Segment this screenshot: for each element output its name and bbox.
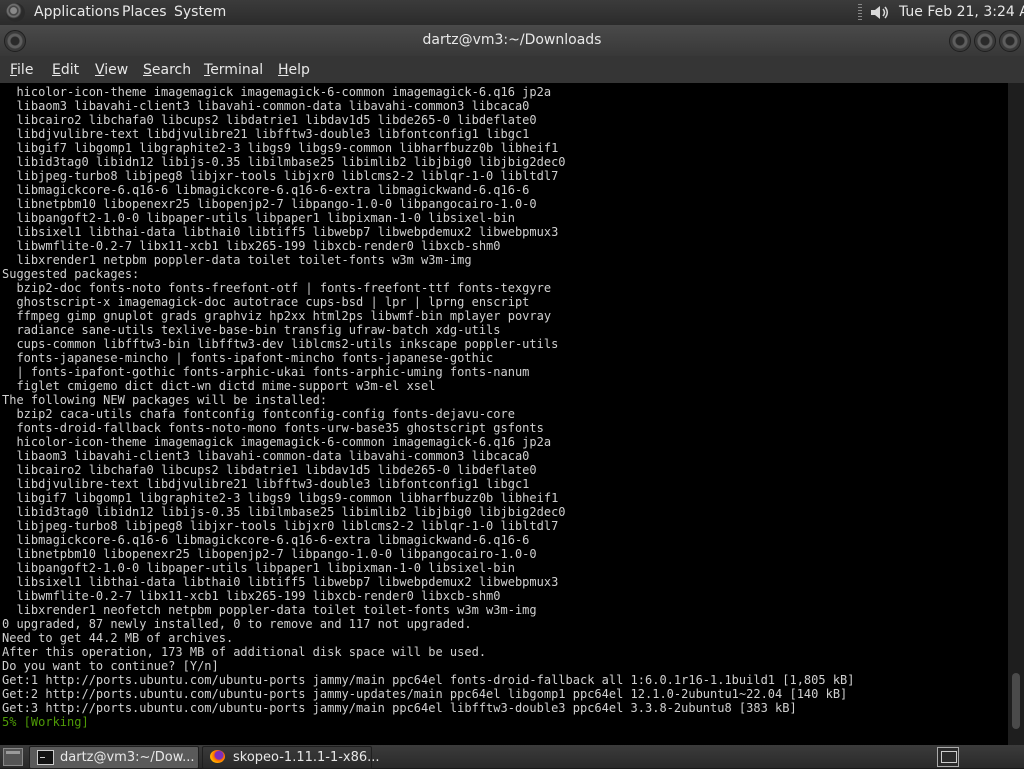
terminal-icon <box>37 750 54 765</box>
terminal-line: Get:2 http://ports.ubuntu.com/ubuntu-por… <box>2 687 848 701</box>
terminal-line: libwmflite-0.2-7 libx11-xcb1 libx265-199… <box>16 589 501 603</box>
terminal-line: libpangoft2-1.0-0 libpaper-utils libpape… <box>16 561 515 575</box>
terminal-line: Get:1 http://ports.ubuntu.com/ubuntu-por… <box>2 673 855 687</box>
download-progress-line: 5% [Working] <box>2 715 89 729</box>
menu-terminal-label: erminal <box>210 62 264 78</box>
terminal-line: libdjvulibre-text libdjvulibre21 libfftw… <box>16 127 530 141</box>
terminal-line: libcairo2 libchafa0 libcups2 libdatrie1 … <box>16 463 537 477</box>
terminal-line: fonts-droid-fallback fonts-noto-mono fon… <box>16 421 544 435</box>
volume-icon[interactable] <box>870 4 890 21</box>
terminal-line: libxrender1 neofetch netpbm poppler-data… <box>16 603 537 617</box>
menu-terminal[interactable]: Terminal <box>204 62 263 78</box>
terminal-line: libgif7 libgomp1 libgraphite2-3 libgs9 l… <box>16 141 559 155</box>
terminal-line: libnetpbm10 libopenexr25 libopenjp2-7 li… <box>16 547 537 561</box>
terminal-line: libxrender1 netpbm poppler-data toilet t… <box>16 253 472 267</box>
terminal-line: libcairo2 libchafa0 libcups2 libdatrie1 … <box>16 113 537 127</box>
applications-menu[interactable]: Applications <box>34 4 120 20</box>
terminal-line: libid3tag0 libidn12 libijs-0.35 libilmba… <box>16 505 566 519</box>
maximize-button[interactable] <box>974 30 996 52</box>
terminal-scrollbar[interactable] <box>1008 83 1024 745</box>
menubar: File Edit View Search Terminal Help <box>0 56 1024 83</box>
terminal-text: hicolor-icon-theme imagemagick imagemagi… <box>2 85 855 729</box>
terminal-line: libid3tag0 libidn12 libijs-0.35 libilmba… <box>16 155 566 169</box>
terminal-line: radiance sane-utils texlive-base-bin tra… <box>16 323 501 337</box>
terminal-line: Suggested packages: <box>2 267 140 281</box>
terminal-line: Get:3 http://ports.ubuntu.com/ubuntu-por… <box>2 701 797 715</box>
terminal-line: libmagickcore-6.q16-6 libmagickcore-6.q1… <box>16 183 530 197</box>
terminal-line: Do you want to continue? [Y/n] <box>2 659 219 673</box>
taskbar-item-label: skopeo-1.11.1-1-x86... <box>233 750 380 765</box>
window-title: dartz@vm3:~/Downloads <box>422 32 602 48</box>
panel-drag-handle[interactable] <box>858 4 862 21</box>
menu-file-accel: F <box>10 62 18 78</box>
menu-help-accel: H <box>278 62 289 78</box>
terminal-line: libpangoft2-1.0-0 libpaper-utils libpape… <box>16 211 515 225</box>
terminal-line: libsixel1 libthai-data libthai0 libtiff5… <box>16 575 559 589</box>
menu-edit-accel: E <box>52 62 61 78</box>
panel-clock[interactable]: Tue Feb 21, 3:24 AM <box>899 4 1024 20</box>
terminal-line: ghostscript-x imagemagick-doc autotrace … <box>16 295 530 309</box>
terminal-line: bzip2-doc fonts-noto fonts-freefont-otf … <box>16 281 552 295</box>
terminal-line: libsixel1 libthai-data libthai0 libtiff5… <box>16 225 559 239</box>
terminal-line: libwmflite-0.2-7 libx11-xcb1 libx265-199… <box>16 239 501 253</box>
close-button[interactable] <box>999 30 1021 52</box>
taskbar-item-terminal[interactable]: dartz@vm3:~/Dow... <box>29 746 199 769</box>
firefox-icon <box>210 750 225 763</box>
menu-edit[interactable]: Edit <box>52 62 79 78</box>
terminal-line: libmagickcore-6.q16-6 libmagickcore-6.q1… <box>16 533 530 547</box>
terminal-line: Need to get 44.2 MB of archives. <box>2 631 234 645</box>
terminal-line: figlet cmigemo dict dict-wn dictd mime-s… <box>16 379 436 393</box>
menu-help[interactable]: Help <box>278 62 310 78</box>
terminal-line: libgif7 libgomp1 libgraphite2-3 libgs9 l… <box>16 491 559 505</box>
minimize-button[interactable] <box>949 30 971 52</box>
menu-search-accel: S <box>143 62 152 78</box>
taskbar-item-label: dartz@vm3:~/Dow... <box>60 750 195 765</box>
taskbar-item-firefox[interactable]: skopeo-1.11.1-1-x86... <box>202 746 380 769</box>
show-desktop-icon[interactable] <box>3 748 23 766</box>
terminal-line: libdjvulibre-text libdjvulibre21 libfftw… <box>16 477 530 491</box>
terminal-line: libjpeg-turbo8 libjpeg8 libjxr-tools lib… <box>16 519 559 533</box>
terminal-line: After this operation, 173 MB of addition… <box>2 645 487 659</box>
terminal-line: libnetpbm10 libopenexr25 libopenjp2-7 li… <box>16 197 537 211</box>
terminal-line: The following NEW packages will be insta… <box>2 393 328 407</box>
terminal-line: hicolor-icon-theme imagemagick imagemagi… <box>16 435 552 449</box>
gnome-foot-icon[interactable] <box>6 3 25 22</box>
menu-view-label: iew <box>104 62 129 78</box>
workspace-switcher-icon[interactable] <box>937 747 959 767</box>
terminal-line: ffmpeg gimp gnuplot grads graphviz hp2xx… <box>16 309 552 323</box>
system-menu[interactable]: System <box>174 4 226 20</box>
places-menu[interactable]: Places <box>122 4 167 20</box>
terminal-line: fonts-japanese-mincho | fonts-ipafont-mi… <box>16 351 494 365</box>
terminal-line: | fonts-ipafont-gothic fonts-arphic-ukai… <box>16 365 530 379</box>
terminal-line: hicolor-icon-theme imagemagick imagemagi… <box>16 85 552 99</box>
menu-help-label: elp <box>288 62 310 78</box>
menu-search-label: earch <box>151 62 192 78</box>
top-panel: Applications Places System Tue Feb 21, 3… <box>0 0 1024 25</box>
window-titlebar[interactable]: dartz@vm3:~/Downloads <box>0 25 1024 56</box>
terminal-line: cups-common libfftw3-bin libfftw3-dev li… <box>16 337 559 351</box>
terminal-line: libaom3 libavahi-client3 libavahi-common… <box>16 449 530 463</box>
terminal-line: 0 upgraded, 87 newly installed, 0 to rem… <box>2 617 472 631</box>
terminal-line: libaom3 libavahi-client3 libavahi-common… <box>16 99 530 113</box>
menu-search[interactable]: Search <box>143 62 191 78</box>
bottom-panel: dartz@vm3:~/Dow... skopeo-1.11.1-1-x86..… <box>0 745 1024 769</box>
terminal-line: libjpeg-turbo8 libjpeg8 libjxr-tools lib… <box>16 169 559 183</box>
terminal-output-area[interactable]: hicolor-icon-theme imagemagick imagemagi… <box>0 83 1008 745</box>
menu-view-accel: V <box>95 62 105 78</box>
menu-edit-label: dit <box>60 62 80 78</box>
menu-file-label: ile <box>17 62 34 78</box>
scrollbar-thumb[interactable] <box>1012 673 1020 729</box>
menu-file[interactable]: File <box>10 62 33 78</box>
menu-view[interactable]: View <box>95 62 128 78</box>
terminal-line: bzip2 caca-utils chafa fontconfig fontco… <box>16 407 515 421</box>
